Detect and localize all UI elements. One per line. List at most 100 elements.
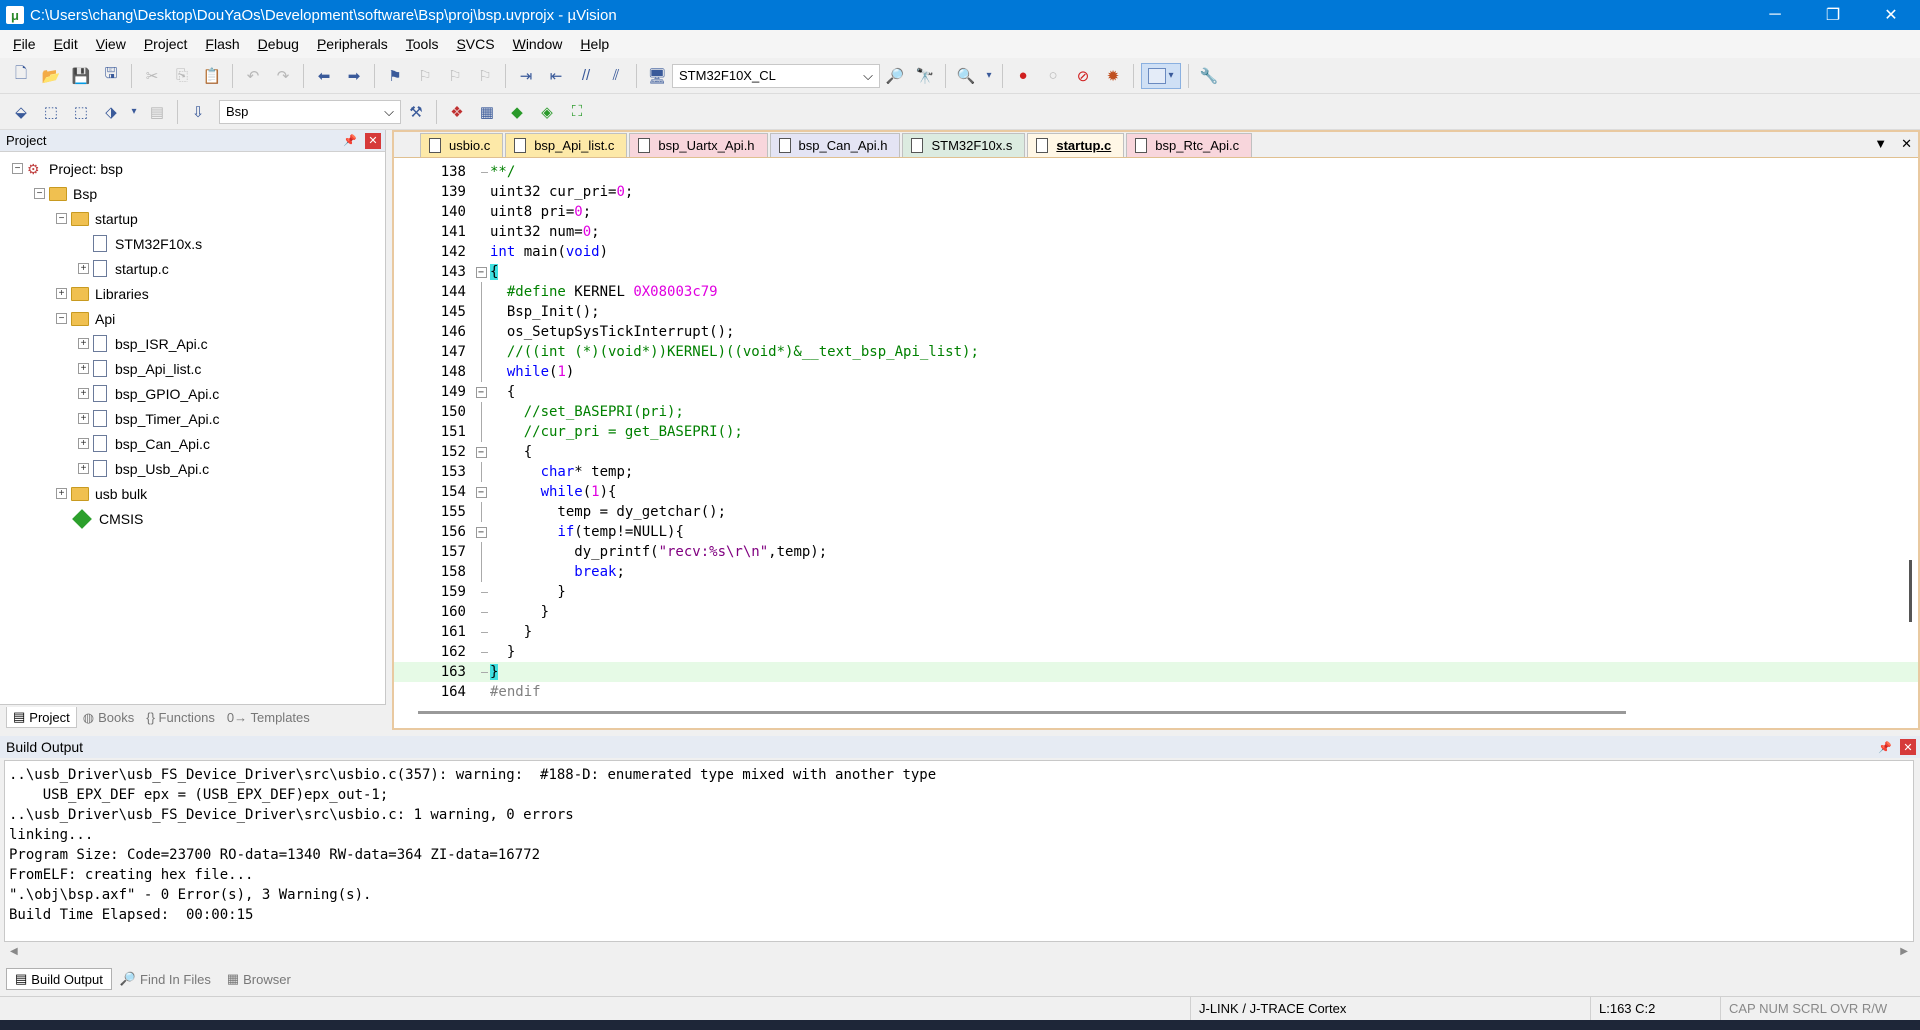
pack-installer-icon[interactable]: ◆ [504,99,530,125]
download-icon[interactable]: ⇩ [185,99,211,125]
code-line[interactable]: 152− { [394,442,1918,462]
unindent-icon[interactable]: ⇤ [543,63,569,89]
editor-tab[interactable]: bsp_Uartx_Api.h [629,133,768,157]
code-line[interactable]: 151 //cur_pri = get_BASEPRI(); [394,422,1918,442]
code-line[interactable]: 139 uint32 cur_pri=0; [394,182,1918,202]
tab-list-icon[interactable]: ▼ [1874,136,1887,152]
undo-icon[interactable]: ↶ [240,63,266,89]
fold-gutter[interactable]: − [474,446,488,458]
vertical-scrollbar[interactable] [1909,560,1912,622]
close-icon[interactable]: ✕ [1900,739,1916,755]
tree-toggle-icon[interactable]: + [56,288,67,299]
editor-tab[interactable]: startup.c [1027,133,1125,157]
incremental-find-icon[interactable]: 🔭 [912,63,938,89]
menu-peripherals[interactable]: Peripherals [308,36,397,52]
code-line[interactable]: 142 int main(void) [394,242,1918,262]
menu-help[interactable]: Help [571,36,618,52]
clear-bookmarks-icon[interactable]: ⚐ [472,63,498,89]
tree-toggle-icon[interactable]: + [78,363,89,374]
code-line[interactable]: 150 //set_BASEPRI(pri); [394,402,1918,422]
menu-tools[interactable]: Tools [397,36,448,52]
minimize-button[interactable]: ─ [1746,0,1804,30]
scroll-right-icon[interactable]: ▶ [1900,946,1908,957]
tab-project[interactable]: ▤ Project [6,707,77,728]
tab-books[interactable]: ◍ Books [77,708,140,728]
menu-project[interactable]: Project [135,36,197,52]
code-line[interactable]: 162 } [394,642,1918,662]
device-select[interactable]: STM32F10X_CL ⌵ [672,63,880,88]
code-line[interactable]: 157 dy_printf("recv:%s\r\n",temp); [394,542,1918,562]
debug-dropdown-icon[interactable]: ▾ [983,63,995,89]
tab-functions[interactable]: {} Functions [140,708,221,727]
disable-breakpoint-icon[interactable]: ○ [1040,63,1066,89]
tree-item[interactable]: + bsp_Usb_Api.c [0,456,385,481]
next-bookmark-icon[interactable]: ⚐ [442,63,468,89]
menu-file[interactable]: File [4,36,45,52]
stop-build-icon[interactable]: ▤ [144,99,170,125]
code-line[interactable]: 154− while(1){ [394,482,1918,502]
comment-icon[interactable]: // [573,63,599,89]
build-icon[interactable]: ⬚ [38,99,64,125]
menu-flash[interactable]: Flash [196,36,248,52]
tab-build-output[interactable]: ▤ Build Output [6,968,112,990]
editor-tab[interactable]: bsp_Api_list.c [505,133,628,157]
code-line[interactable]: 160 } [394,602,1918,622]
disable-all-breakpoints-icon[interactable]: ⊘ [1070,63,1096,89]
copy-icon[interactable]: ⎘ [169,63,195,89]
fold-toggle-icon[interactable]: − [475,526,487,538]
code-line[interactable]: 148 while(1) [394,362,1918,382]
save-icon[interactable]: 💾 [68,63,94,89]
code-line[interactable]: 149− { [394,382,1918,402]
find-in-files-icon[interactable]: 🔎 [882,63,908,89]
code-line[interactable]: 155 temp = dy_getchar(); [394,502,1918,522]
editor-tab[interactable]: usbio.c [420,133,504,157]
tree-item[interactable]: − Api [0,306,385,331]
prev-bookmark-icon[interactable]: ⚐ [412,63,438,89]
scroll-left-icon[interactable]: ◀ [10,946,18,957]
menu-svcs[interactable]: SVCS [447,36,503,52]
tree-toggle-icon[interactable]: − [34,188,45,199]
target-select[interactable]: Bsp ⌵ [219,99,401,124]
tree-toggle-icon[interactable]: + [78,388,89,399]
select-software-packs-icon[interactable]: ◈ [534,99,560,125]
tree-toggle-icon[interactable]: + [56,488,67,499]
fold-gutter[interactable]: − [474,386,488,398]
run-time-environment-icon[interactable]: ⛶ [564,99,590,125]
navigate-back-icon[interactable]: ⬅ [311,63,337,89]
menu-debug[interactable]: Debug [249,36,308,52]
file-extensions-icon[interactable]: ▦ [474,99,500,125]
cut-icon[interactable]: ✂ [139,63,165,89]
tree-item[interactable]: − ⚙ Project: bsp [0,156,385,181]
restore-button[interactable]: ❐ [1804,0,1862,30]
code-line[interactable]: 144 #define KERNEL 0X08003c79 [394,282,1918,302]
kill-all-breakpoints-icon[interactable]: ✹ [1100,63,1126,89]
tree-toggle-icon[interactable]: + [78,338,89,349]
batch-build-icon[interactable]: ⬗ [98,99,124,125]
indent-icon[interactable]: ⇥ [513,63,539,89]
debug-session-icon[interactable]: 🔍 [953,63,979,89]
code-line[interactable]: 143−{ [394,262,1918,282]
code-line[interactable]: 156− if(temp!=NULL){ [394,522,1918,542]
code-line[interactable]: 163} [394,662,1918,682]
tree-item[interactable]: + bsp_Timer_Api.c [0,406,385,431]
tree-item[interactable]: − startup [0,206,385,231]
compile-icon[interactable]: ⬙ [8,99,34,125]
tree-item[interactable]: + startup.c [0,256,385,281]
batch-dropdown-icon[interactable]: ▾ [128,99,140,125]
code-line[interactable]: 141 uint32 num=0; [394,222,1918,242]
tree-item[interactable]: + Libraries [0,281,385,306]
bookmark-icon[interactable]: ⚑ [382,63,408,89]
tree-toggle-icon[interactable]: − [12,163,23,174]
tree-toggle-icon[interactable]: + [78,263,89,274]
navigate-forward-icon[interactable]: ➡ [341,63,367,89]
code-area[interactable]: 138 **/ 139 uint32 cur_pri=0; 140 uint8 pri=0… [394,158,1918,702]
menu-edit[interactable]: Edit [45,36,87,52]
fold-toggle-icon[interactable]: − [475,386,487,398]
fold-gutter[interactable]: − [474,526,488,538]
editor-tab[interactable]: STM32F10x.s [902,133,1026,157]
fold-toggle-icon[interactable]: − [475,446,487,458]
close-tab-icon[interactable]: ✕ [1901,136,1912,152]
tab-find-in-files[interactable]: 🔎 Find In Files [112,969,219,989]
code-line[interactable]: 140 uint8 pri=0; [394,202,1918,222]
menu-view[interactable]: View [87,36,135,52]
